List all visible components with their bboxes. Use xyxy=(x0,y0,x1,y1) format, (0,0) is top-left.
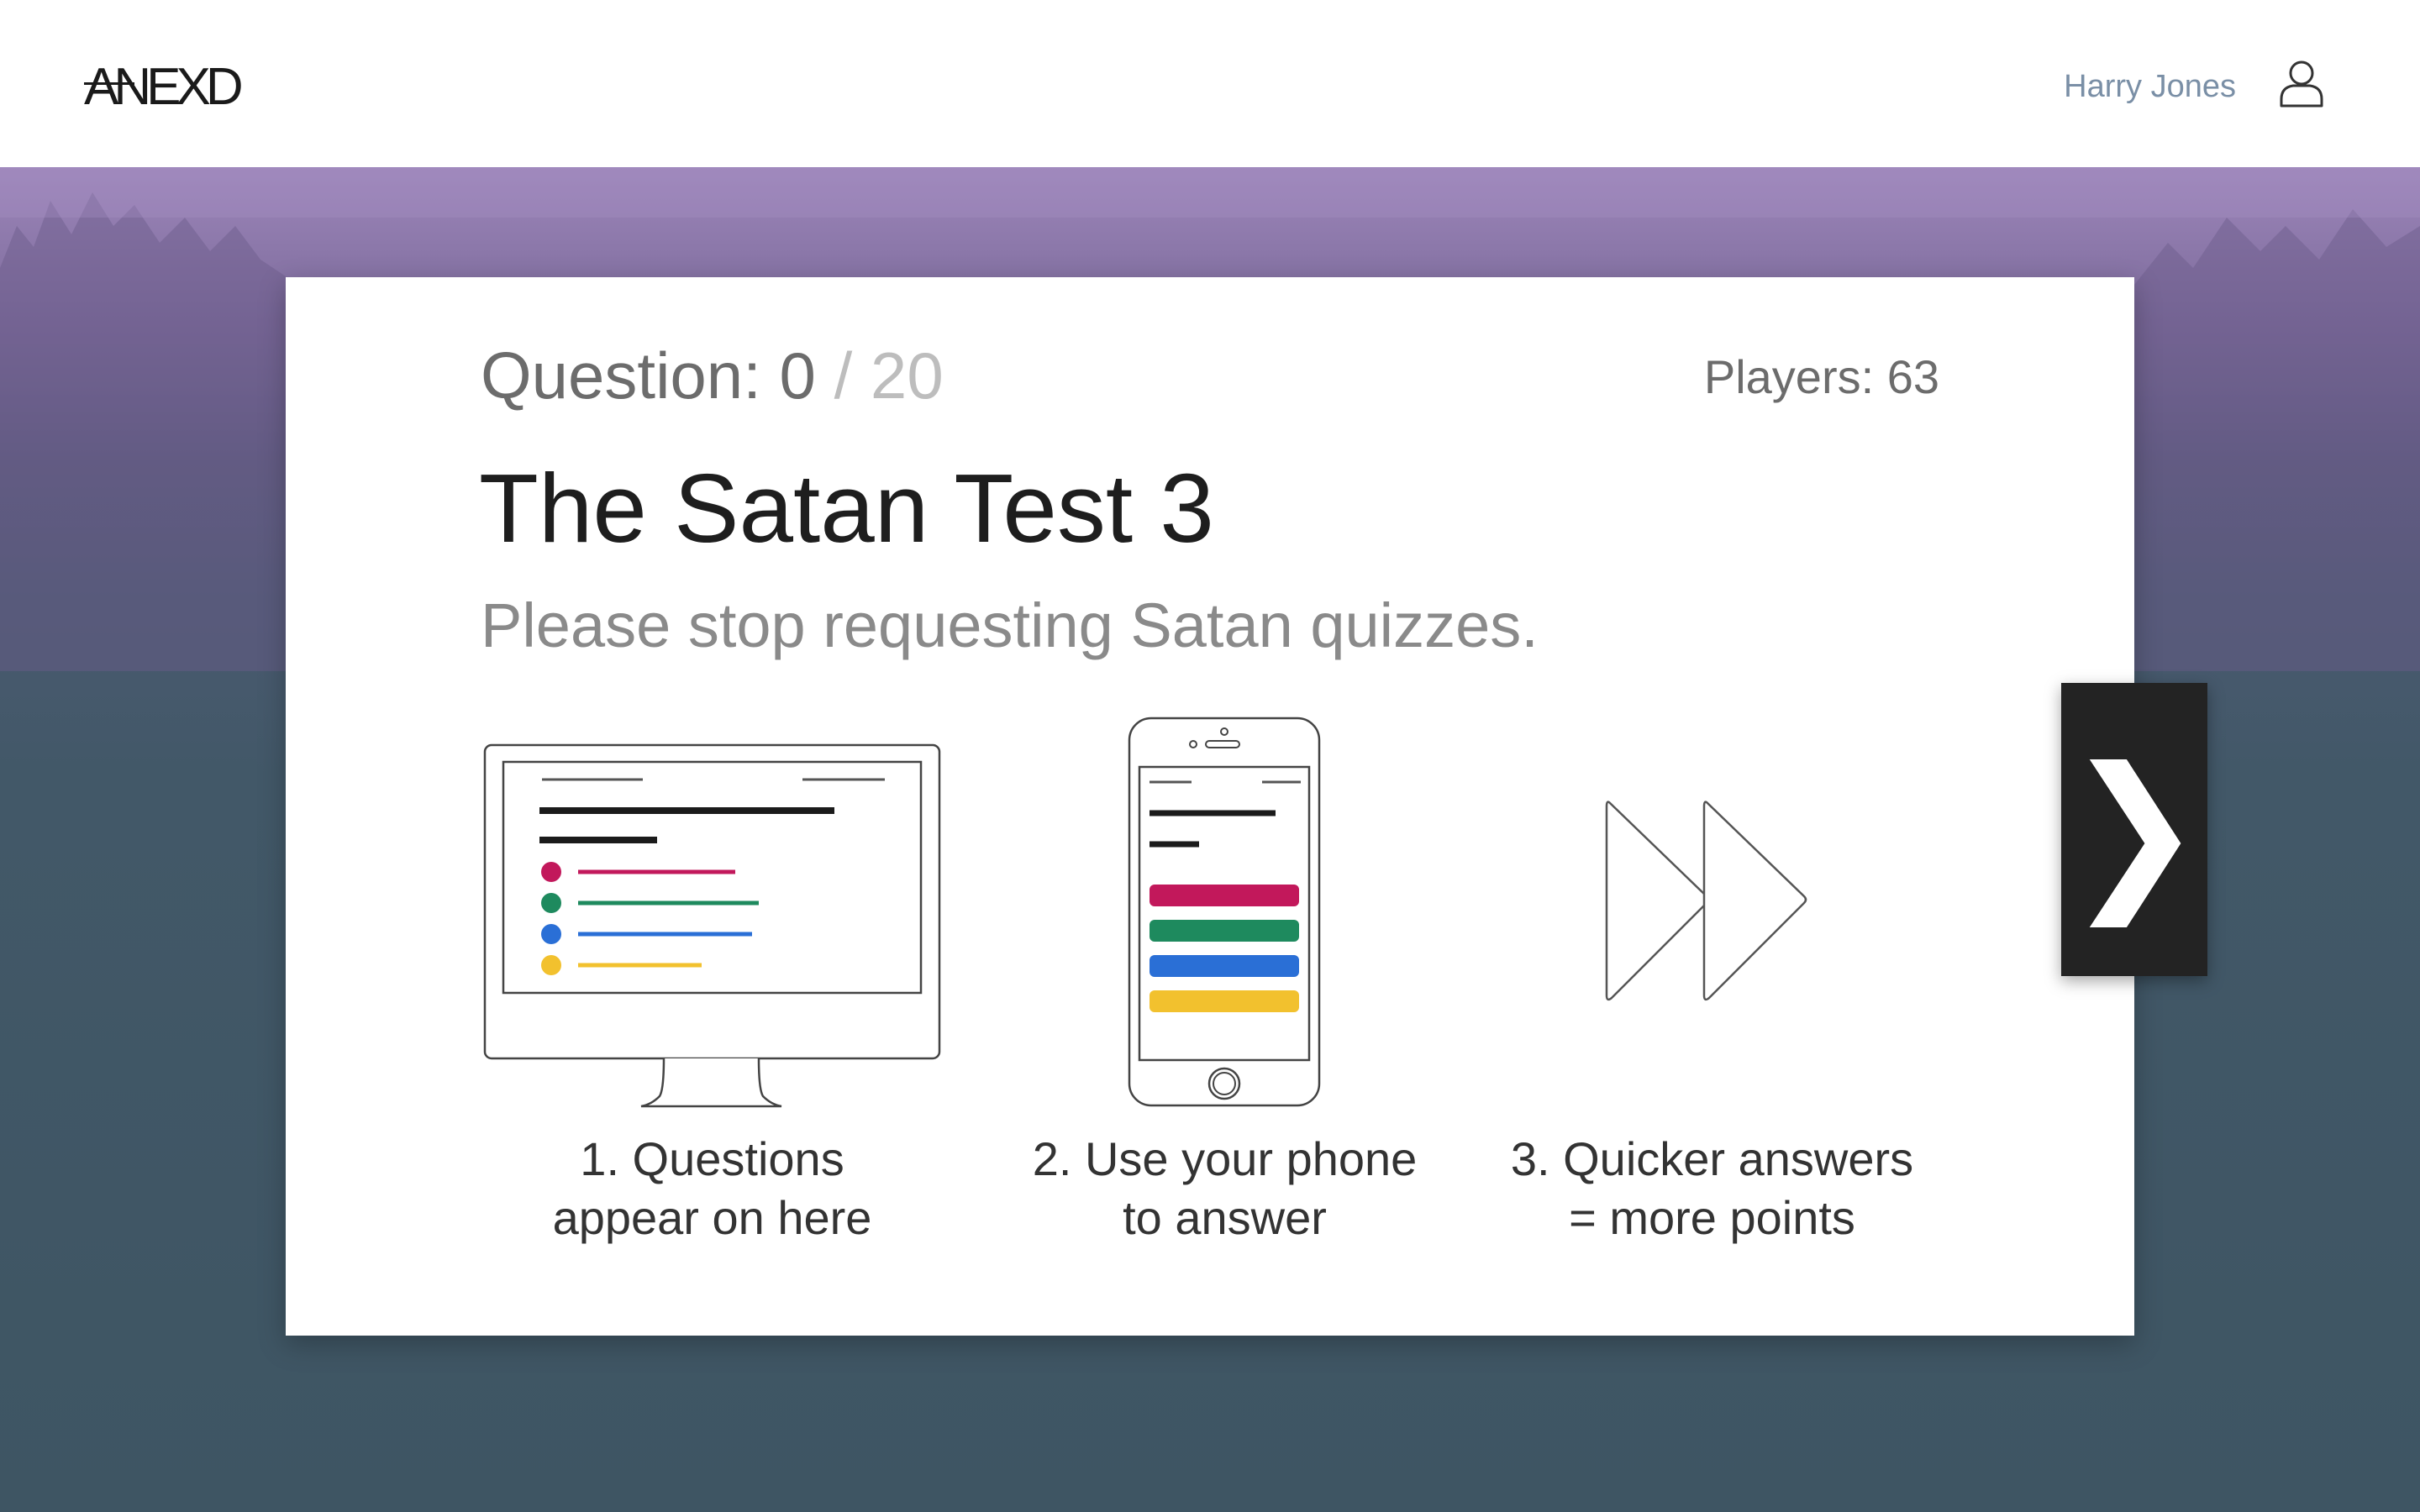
players-count: Players: 63 xyxy=(1703,350,1939,403)
step-1-line1: 1. Questions xyxy=(580,1132,844,1185)
quiz-card: Question: 0 / 20 Players: 63 The Satan T… xyxy=(286,277,2134,1336)
step-1-caption: 1. Questions appear on here xyxy=(445,1130,979,1247)
step-3-caption: 3. Quicker answers = more points xyxy=(1433,1130,1991,1247)
quiz-subtitle: Please stop requesting Satan quizzes. xyxy=(481,591,1539,660)
logo-strike xyxy=(84,82,134,85)
next-button[interactable]: ❯ xyxy=(2061,683,2207,976)
question-counter: Question: 0 / 20 xyxy=(481,338,944,414)
fast-forward-icon xyxy=(1605,801,1807,1001)
user-name[interactable]: Harry Jones xyxy=(2064,69,2236,105)
step-3-line1: 3. Quicker answers xyxy=(1510,1132,1914,1185)
chevron-right-icon: ❯ xyxy=(2064,735,2205,923)
step-1-line2: appear on here xyxy=(552,1191,872,1244)
step-3-line2: = more points xyxy=(1569,1191,1855,1244)
monitor-icon xyxy=(483,743,941,1108)
quiz-title: The Satan Test 3 xyxy=(479,454,1214,563)
question-total: / 20 xyxy=(834,339,944,412)
user-icon[interactable] xyxy=(2279,59,2324,108)
question-current: Question: 0 xyxy=(481,339,816,412)
phone-icon xyxy=(1128,717,1321,1107)
step-2-caption: 2. Use your phone to answer xyxy=(950,1130,1500,1247)
step-2-line1: 2. Use your phone xyxy=(1032,1132,1418,1185)
header: ANEXD Harry Jones xyxy=(0,0,2420,167)
step-2-line2: to answer xyxy=(1123,1191,1327,1244)
logo[interactable]: ANEXD xyxy=(84,57,244,117)
